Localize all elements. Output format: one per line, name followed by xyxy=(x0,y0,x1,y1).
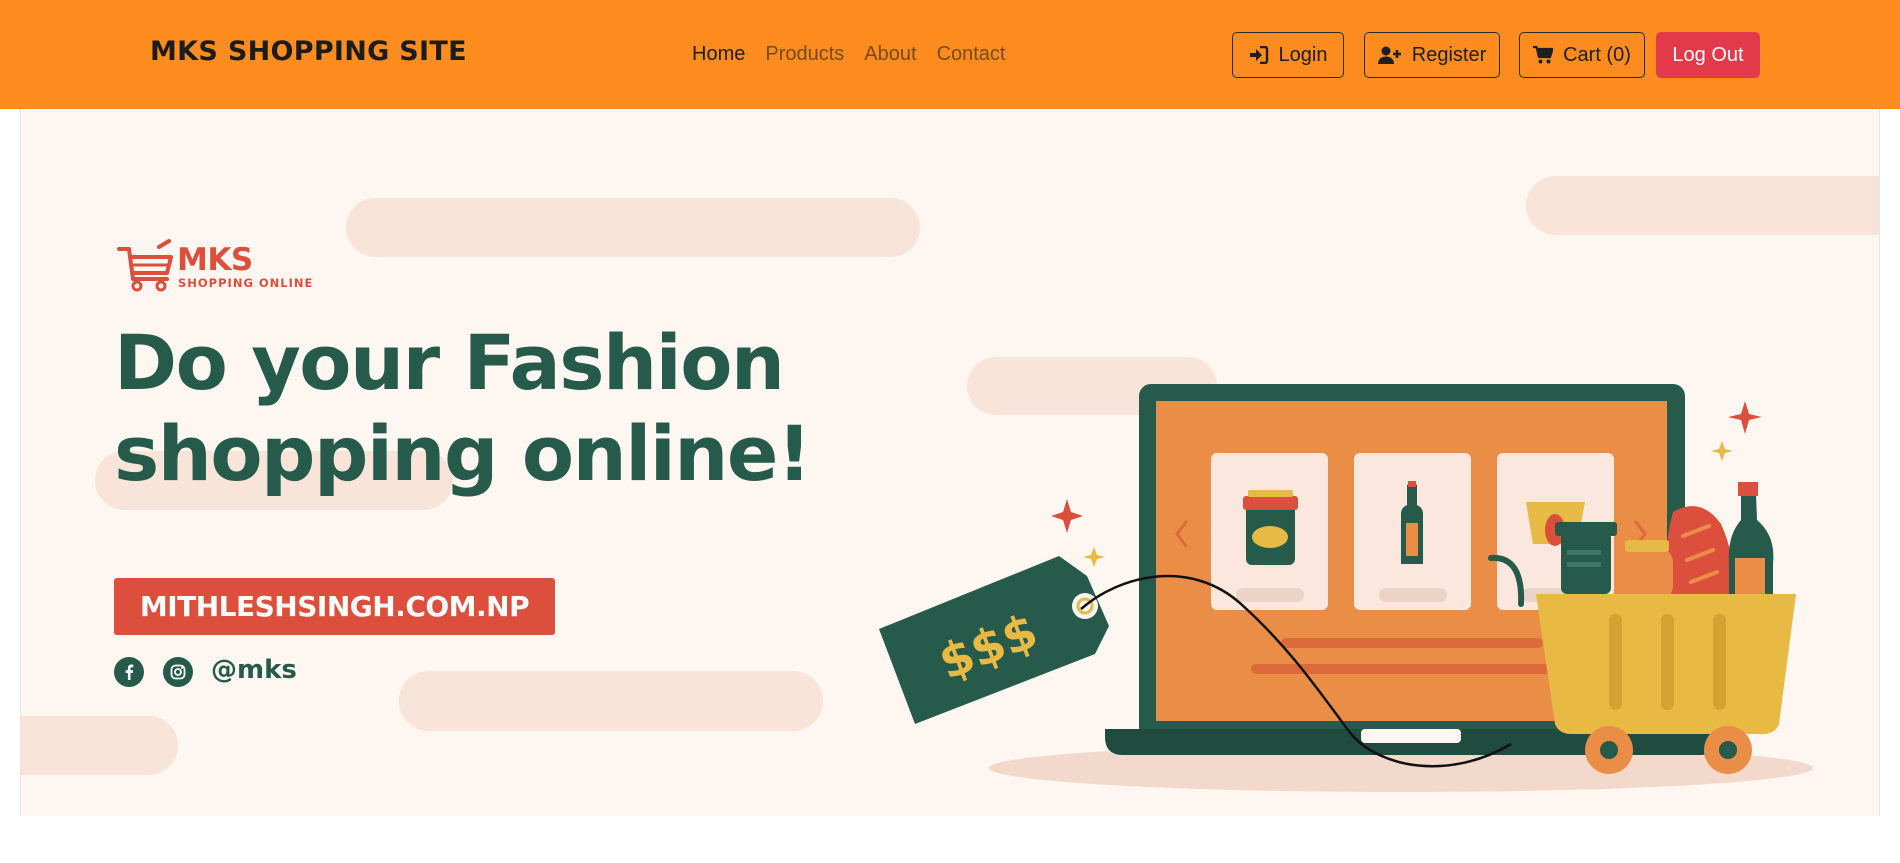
top-navbar: MKS SHOPPING SITE Home Products About Co… xyxy=(0,0,1900,109)
cart-logo-icon xyxy=(117,239,173,292)
headline-line-1: Do your Fashion xyxy=(114,318,785,407)
nav-contact[interactable]: Contact xyxy=(937,43,1006,66)
login-label: Login xyxy=(1278,43,1328,66)
page-footer-space xyxy=(0,816,1900,863)
logo-name: MKS xyxy=(177,242,253,278)
decor-pill xyxy=(346,198,920,257)
nav-about[interactable]: About xyxy=(864,43,916,66)
facebook-icon[interactable] xyxy=(114,657,144,687)
cart-button[interactable]: Cart (0) xyxy=(1519,32,1645,78)
social-handle: @mks xyxy=(211,655,297,685)
nav-home[interactable]: Home xyxy=(692,43,745,66)
price-tag-icon: $$$ xyxy=(879,556,1109,724)
instagram-icon[interactable] xyxy=(163,657,193,687)
shopping-illustration: $$$ xyxy=(879,384,1813,792)
nav-links: Home Products About Contact xyxy=(692,43,1006,66)
cart-label: Cart (0) xyxy=(1563,43,1631,66)
decor-pill xyxy=(399,671,823,731)
logo-tagline: SHOPPING ONLINE xyxy=(178,276,314,290)
headline-line-2: shopping online! xyxy=(114,409,812,498)
decor-pill xyxy=(21,716,178,775)
brand-link[interactable]: MKS SHOPPING SITE xyxy=(150,36,467,67)
login-button[interactable]: Login xyxy=(1232,32,1344,78)
nav-products[interactable]: Products xyxy=(765,43,844,66)
hero-banner: MKS SHOPPING ONLINE Do your Fashion shop… xyxy=(20,109,1880,816)
sign-in-icon xyxy=(1249,46,1269,64)
user-plus-icon xyxy=(1377,46,1402,64)
register-button[interactable]: Register xyxy=(1364,32,1500,78)
website-button[interactable]: MITHLESHSINGH.COM.NP xyxy=(114,578,555,635)
decor-pill xyxy=(1526,176,1879,235)
logout-button[interactable]: Log Out xyxy=(1656,32,1760,78)
shopping-cart-icon xyxy=(1533,46,1554,64)
register-label: Register xyxy=(1411,43,1487,66)
hero-headline: Do your Fashion shopping online! xyxy=(114,317,812,499)
